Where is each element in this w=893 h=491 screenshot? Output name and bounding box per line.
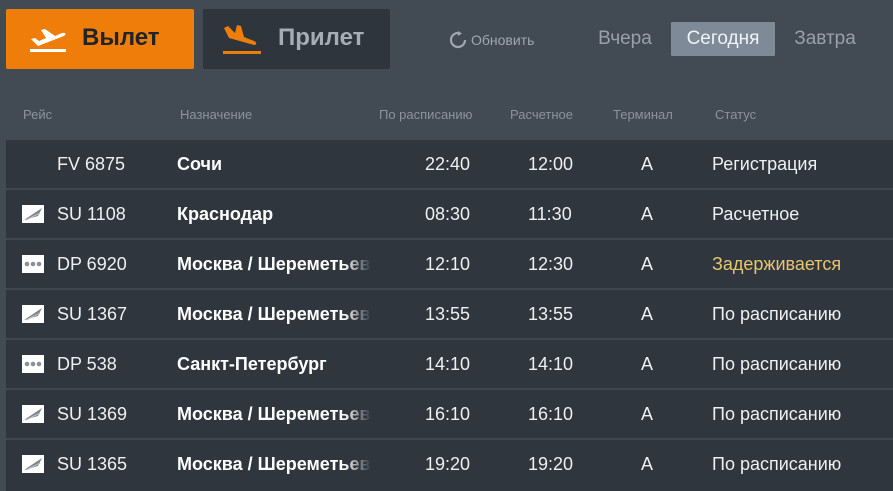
- flight-status: По расписанию: [712, 454, 842, 474]
- estimated-time: 13:55: [528, 304, 574, 324]
- destination: Москва / Шереметьево: [177, 254, 371, 274]
- scheduled-time: 22:40: [425, 154, 471, 174]
- flight-number: FV 6875: [57, 154, 126, 174]
- aeroflot-logo-icon: [22, 305, 44, 323]
- scheduled-time: 08:30: [425, 204, 471, 224]
- column-header-terminal: Терминал: [613, 107, 673, 122]
- column-header-status: Статус: [715, 107, 757, 122]
- estimated-time: 14:10: [528, 354, 574, 374]
- plane-landing-icon: [221, 24, 265, 61]
- table-row[interactable]: SU 1108 Краснодар 08:30 11:30 A Расчетно…: [6, 190, 893, 240]
- arrivals-tab[interactable]: Прилет: [203, 9, 390, 69]
- refresh-icon: [449, 31, 467, 49]
- flight-number: DP 538: [57, 354, 117, 374]
- destination: Москва / Шереметьево: [177, 404, 371, 424]
- table-row[interactable]: FV 6875 Сочи 22:40 12:00 A Регистрация: [6, 140, 893, 190]
- flight-number: SU 1369: [57, 404, 128, 424]
- aeroflot-logo-icon: [22, 205, 44, 223]
- airline-logo: [22, 155, 44, 173]
- day-tomorrow[interactable]: Завтра: [784, 22, 866, 56]
- scheduled-time: 13:55: [425, 304, 471, 324]
- scheduled-time: 16:10: [425, 404, 471, 424]
- destination: Москва / Шереметьево: [177, 454, 371, 474]
- scheduled-time: 14:10: [425, 354, 471, 374]
- terminal: A: [641, 404, 654, 424]
- column-header-flight: Рейс: [23, 107, 53, 122]
- flight-status: По расписанию: [712, 404, 842, 424]
- terminal: A: [641, 304, 654, 324]
- terminal: A: [641, 354, 654, 374]
- terminal: A: [641, 454, 654, 474]
- flight-status: По расписанию: [712, 354, 842, 374]
- flight-number: SU 1365: [57, 454, 128, 474]
- table-row[interactable]: SU 1369 Москва / Шереметьево 16:10 16:10…: [6, 390, 893, 440]
- arrivals-tab-label: Прилет: [278, 24, 365, 51]
- day-yesterday[interactable]: Вчера: [589, 22, 661, 56]
- column-header-destination: Назначение: [180, 107, 253, 122]
- day-today[interactable]: Сегодня: [671, 22, 775, 56]
- departures-tab-label: Вылет: [82, 24, 160, 51]
- aeroflot-logo-icon: [22, 455, 44, 473]
- pobeda-logo-icon: [22, 255, 44, 273]
- flight-status: Регистрация: [712, 154, 818, 174]
- flight-status: По расписанию: [712, 304, 842, 324]
- estimated-time: 12:00: [528, 154, 574, 174]
- destination: Москва / Шереметьево: [177, 304, 371, 324]
- destination: Сочи: [177, 154, 223, 174]
- terminal: A: [641, 254, 654, 274]
- estimated-time: 19:20: [528, 454, 574, 474]
- scheduled-time: 19:20: [425, 454, 471, 474]
- terminal: A: [641, 154, 654, 174]
- estimated-time: 12:30: [528, 254, 574, 274]
- flight-number: DP 6920: [57, 254, 127, 274]
- pobeda-logo-icon: [22, 355, 44, 373]
- flight-number: SU 1367: [57, 304, 128, 324]
- estimated-time: 16:10: [528, 404, 574, 424]
- flight-status: Расчетное: [712, 204, 800, 224]
- departures-tab[interactable]: Вылет: [6, 9, 194, 69]
- destination: Санкт-Петербург: [177, 354, 327, 374]
- plane-takeoff-icon: [28, 26, 68, 59]
- flight-status: Задерживается: [712, 254, 842, 274]
- table-row[interactable]: SU 1367 Москва / Шереметьево 13:55 13:55…: [6, 290, 893, 340]
- estimated-time: 11:30: [528, 204, 572, 224]
- refresh-button[interactable]: Обновить: [449, 31, 534, 49]
- terminal: A: [641, 204, 654, 224]
- scheduled-time: 12:10: [425, 254, 471, 274]
- table-row[interactable]: DP 6920 Москва / Шереметьево 12:10 12:30…: [6, 240, 893, 290]
- column-header-scheduled: По расписанию: [379, 107, 473, 122]
- column-header-estimated: Расчетное: [510, 107, 573, 122]
- aeroflot-logo-icon: [22, 405, 44, 423]
- table-row[interactable]: DP 538 Санкт-Петербург 14:10 14:10 A По …: [6, 340, 893, 390]
- flights-table: FV 6875 Сочи 22:40 12:00 A Регистрация S…: [6, 140, 893, 491]
- flight-number: SU 1108: [57, 204, 126, 224]
- destination: Краснодар: [177, 204, 274, 224]
- refresh-label: Обновить: [471, 32, 535, 48]
- table-row[interactable]: SU 1365 Москва / Шереметьево 19:20 19:20…: [6, 440, 893, 491]
